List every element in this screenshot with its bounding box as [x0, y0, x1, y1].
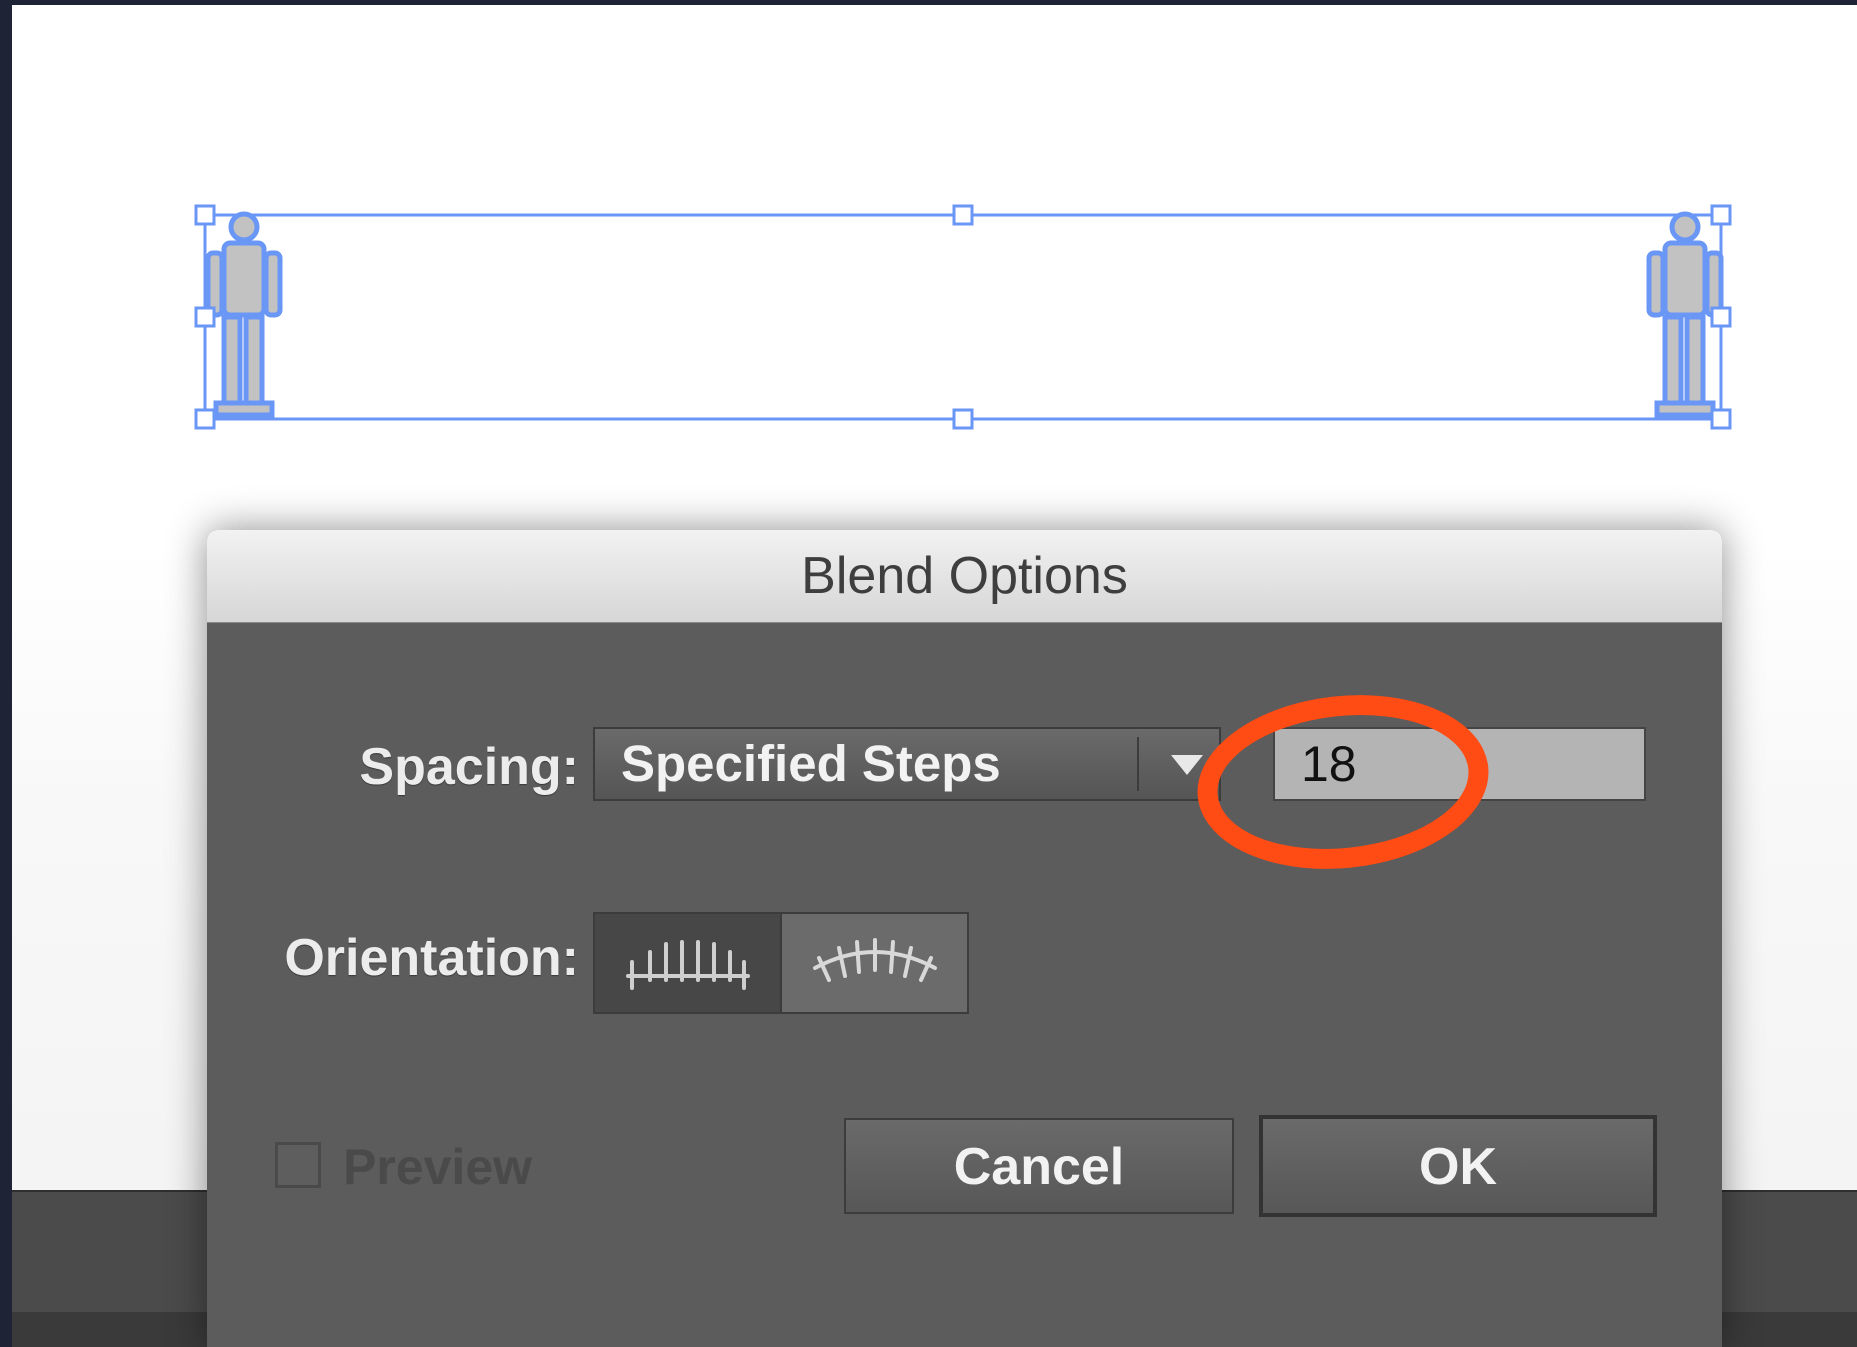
orientation-toggle-group — [593, 912, 969, 1014]
resize-handle[interactable] — [194, 408, 216, 430]
preview-checkbox[interactable] — [275, 1142, 321, 1188]
blend-object[interactable] — [182, 195, 1742, 445]
orientation-align-to-page-button[interactable] — [595, 914, 780, 1012]
ok-button[interactable]: OK — [1259, 1115, 1657, 1217]
cancel-button[interactable]: Cancel — [844, 1118, 1234, 1214]
chevron-down-icon[interactable] — [1171, 755, 1203, 775]
orientation-align-to-path-button[interactable] — [780, 914, 967, 1012]
resize-handle[interactable] — [1710, 306, 1732, 328]
dialog-title: Blend Options — [801, 547, 1128, 605]
dialog-titlebar[interactable]: Blend Options — [207, 530, 1722, 623]
resize-handle[interactable] — [952, 408, 974, 430]
figure-right[interactable] — [1646, 211, 1724, 418]
highlight-ring-annotation — [1188, 681, 1498, 883]
resize-handle[interactable] — [1710, 204, 1732, 226]
selection-bounds[interactable] — [194, 204, 1732, 430]
preview-label: Preview — [343, 1139, 533, 1195]
spacing-dropdown[interactable]: Specified Steps — [593, 727, 1221, 801]
orientation-label: Orientation: — [284, 929, 579, 987]
resize-handle[interactable] — [194, 204, 216, 226]
dropdown-separator — [1137, 737, 1139, 791]
resize-handle[interactable] — [952, 204, 974, 226]
spacing-dropdown-value: Specified Steps — [621, 735, 1001, 792]
resize-handle[interactable] — [1710, 408, 1732, 430]
figure-left[interactable] — [205, 211, 283, 418]
resize-handle[interactable] — [194, 306, 216, 328]
blend-options-dialog: Blend Options Spacing: Specified Steps O… — [207, 530, 1722, 1347]
align-to-path-icon — [812, 938, 937, 982]
spacing-label: Spacing: — [359, 738, 579, 796]
align-to-page-icon — [625, 940, 750, 990]
